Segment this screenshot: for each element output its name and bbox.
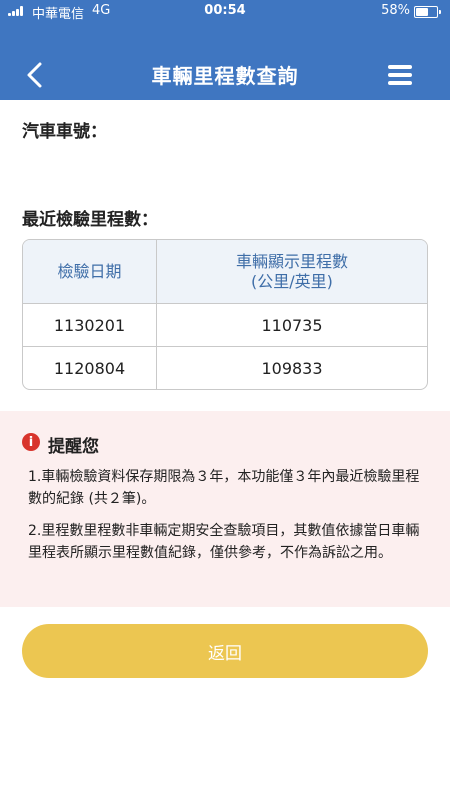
page-title: 車輛里程數查詢 <box>151 64 299 88</box>
reminder-note-2: 2.里程數里程數非車輛定期安全查驗項目，其數值依據當日車輛里程表所顯示里程數值紀… <box>28 523 420 561</box>
battery-percent: 58% <box>381 3 410 18</box>
status-bar: 中華電信 4G 00:54 58% <box>0 0 450 24</box>
battery-level <box>416 8 428 16</box>
battery-icon <box>414 6 441 18</box>
table-header-row: 檢驗日期 車輛顯示里程數 (公里/英里) <box>23 240 427 303</box>
inspection-date-cell: 1130201 <box>23 304 157 346</box>
recent-mileage-label: 最近檢驗里程數： <box>22 210 158 230</box>
hamburger-menu-icon <box>388 65 412 69</box>
table-row: 1120804 109833 <box>23 346 427 389</box>
hamburger-menu-bar <box>388 81 412 85</box>
reminder-title: 提醒您 <box>48 437 99 457</box>
mileage-table: 檢驗日期 車輛顯示里程數 (公里/英里) 1130201 110735 1120… <box>22 239 428 390</box>
header-mileage: 車輛顯示里程數 (公里/英里) <box>157 240 427 303</box>
info-icon: i <box>22 433 40 451</box>
reminder-note-1: 1.車輛檢驗資料保存期限為３年，本功能僅３年內最近檢驗里程數的紀錄 (共２筆)。 <box>28 469 420 507</box>
table-row: 1130201 110735 <box>23 303 427 346</box>
header-mileage-title: 車輛顯示里程數 <box>235 251 348 271</box>
mileage-cell: 110735 <box>261 315 323 335</box>
return-button[interactable]: 返回 <box>22 624 428 678</box>
hamburger-menu-bar <box>388 73 412 77</box>
header-inspection-date: 檢驗日期 <box>23 240 157 303</box>
plate-number-label: 汽車車號： <box>22 122 107 142</box>
app-header: 中華電信 4G 00:54 58% 車輛里程數查詢 <box>0 0 450 100</box>
header-mileage-unit: (公里/英里) <box>251 271 333 291</box>
inspection-date-cell: 1120804 <box>23 347 157 389</box>
menu-button[interactable] <box>388 64 414 86</box>
mileage-cell: 109833 <box>261 358 323 378</box>
